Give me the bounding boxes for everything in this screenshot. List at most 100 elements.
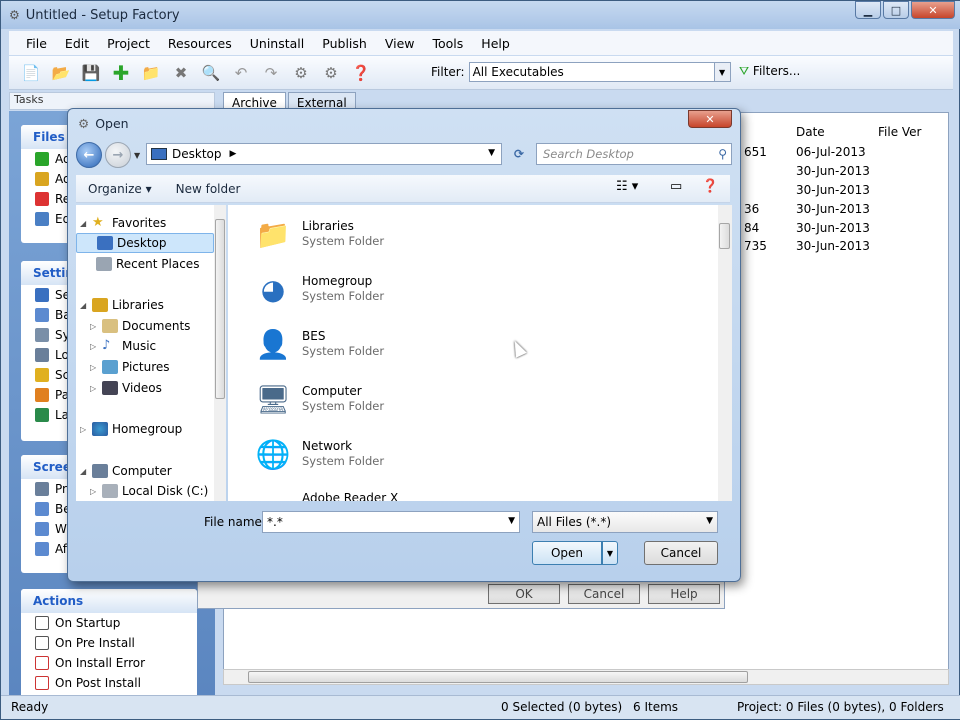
cell-date: 30-Jun-2013 — [796, 183, 870, 197]
new-icon[interactable]: 📄 — [19, 61, 43, 85]
filters-button[interactable]: ⛛ Filters... — [739, 64, 800, 79]
file-item-homegroup[interactable]: ◕ Homegroup System Folder — [250, 266, 384, 312]
file-scrollbar[interactable] — [718, 205, 732, 501]
computer-icon: 🖥 — [255, 382, 291, 416]
build-icon[interactable]: ⚙ — [319, 61, 343, 85]
help-icon[interactable]: ❓ — [349, 61, 373, 85]
filter-select[interactable]: All Executables ▼ — [468, 62, 731, 82]
nav-music[interactable]: ▷ ♪ Music — [90, 336, 156, 356]
settings-icon[interactable]: ⚙ — [289, 61, 313, 85]
nav-desktop[interactable]: Desktop — [76, 233, 214, 253]
command-bar: Organize ▾ New folder ☷ ▾ ▭ ❓ — [76, 175, 730, 203]
file-item-computer[interactable]: 🖥 Computer System Folder — [250, 376, 384, 422]
search-input[interactable]: Search Desktop ⚲ — [536, 143, 732, 165]
menu-file[interactable]: File — [17, 36, 56, 51]
item-type: System Folder — [302, 454, 385, 468]
task-panel-title[interactable]: Actions — [21, 589, 197, 613]
close-button[interactable]: ✕ — [911, 1, 955, 19]
file-item-libraries[interactable]: 📁 Libraries System Folder — [250, 211, 385, 257]
menu-resources[interactable]: Resources — [159, 36, 241, 51]
menu-tools[interactable]: Tools — [424, 36, 473, 51]
menu-help[interactable]: Help — [472, 36, 519, 51]
open-dialog: ⚙ Open ✕ ← → ▼ Desktop ▶ ▼ ⟳ Search Desk… — [67, 108, 741, 582]
menu-edit[interactable]: Edit — [56, 36, 98, 51]
open-split-dropdown-icon[interactable]: ▼ — [602, 541, 618, 565]
redo-icon[interactable]: ↷ — [259, 61, 283, 85]
address-dropdown-icon[interactable]: ▼ — [488, 148, 495, 158]
nav-homegroup[interactable]: ▷ Homegroup — [80, 419, 182, 439]
action-on-pre-install[interactable]: On Pre Install — [21, 633, 197, 653]
menu-view[interactable]: View — [376, 36, 424, 51]
history-dropdown-icon[interactable]: ▼ — [134, 151, 140, 160]
column-header-file-ver[interactable]: File Ver — [878, 121, 922, 143]
action-on-startup[interactable]: On Startup — [21, 613, 197, 633]
search-icon[interactable]: ⚲ — [718, 147, 727, 161]
task-panel-actions: Actions On Startup On Pre Install On Ins… — [21, 589, 197, 696]
address-bar[interactable]: Desktop ▶ ▼ — [146, 143, 502, 165]
file-item-network[interactable]: 🌐 Network System Folder — [250, 431, 385, 477]
nav-documents[interactable]: ▷ Documents — [90, 316, 190, 336]
file-item-bes[interactable]: 👤 BES System Folder — [250, 321, 385, 367]
cell-size: 735 — [744, 239, 767, 253]
find-icon[interactable]: 🔍 — [199, 61, 223, 85]
desktop-icon — [151, 148, 167, 160]
library-icon — [92, 298, 108, 312]
file-type-select[interactable]: All Files (*.*) ▼ — [532, 511, 718, 533]
minimize-button[interactable]: ▁ — [855, 1, 881, 19]
nav-libraries[interactable]: ◢ Libraries — [80, 295, 164, 315]
chevron-down-icon[interactable]: ▼ — [508, 516, 515, 526]
file-item-adobe-reader[interactable]: Adobe Reader X — [250, 481, 398, 502]
scroll-thumb[interactable] — [719, 223, 730, 249]
nav-pictures[interactable]: ▷ Pictures — [90, 357, 170, 377]
column-header-date[interactable]: Date — [796, 121, 825, 143]
add-folder-icon[interactable]: 📁 — [139, 61, 163, 85]
view-options-icon[interactable]: ☷ ▾ — [616, 179, 638, 194]
chevron-down-icon[interactable]: ▼ — [706, 516, 713, 526]
scroll-thumb[interactable] — [248, 671, 748, 683]
file-pane: 📁 Libraries System Folder ◕ Homegroup Syst… — [228, 205, 718, 501]
undo-icon[interactable]: ↶ — [229, 61, 253, 85]
file-type-value: All Files (*.*) — [537, 515, 612, 529]
open-button[interactable]: Open — [532, 541, 602, 565]
status-bar: Ready 0 Selected (0 bytes) 6 Items Proje… — [1, 695, 960, 719]
maximize-button[interactable]: □ — [883, 1, 909, 19]
menu-publish[interactable]: Publish — [313, 36, 376, 51]
nav-videos[interactable]: ▷ Videos — [90, 378, 162, 398]
help-icon[interactable]: ❓ — [702, 179, 718, 194]
horizontal-scrollbar[interactable] — [223, 669, 949, 685]
breadcrumb-arrow-icon[interactable]: ▶ — [230, 149, 237, 159]
nav-computer[interactable]: ◢ Computer — [80, 461, 172, 481]
nav-scrollbar[interactable] — [214, 205, 226, 501]
file-name-input[interactable]: *.* ▼ — [262, 511, 520, 533]
file-name-value: *.* — [267, 515, 283, 529]
cell-size: 84 — [744, 221, 760, 235]
cancel-button[interactable]: Cancel — [568, 584, 640, 604]
nav-local-disk[interactable]: ▷ Local Disk (C:) — [90, 481, 208, 501]
back-arrow-icon[interactable]: ← — [76, 142, 102, 168]
new-folder-button[interactable]: New folder — [164, 182, 253, 196]
refresh-icon[interactable]: ⟳ — [508, 143, 530, 165]
add-icon[interactable]: ✚ — [109, 61, 133, 85]
filter-label: Filter: — [431, 65, 465, 79]
open-folder-icon[interactable]: 📂 — [49, 61, 73, 85]
save-icon[interactable]: 💾 — [79, 61, 103, 85]
menu-project[interactable]: Project — [98, 36, 159, 51]
preview-pane-icon[interactable]: ▭ — [670, 179, 682, 194]
nav-recent-places[interactable]: Recent Places — [96, 254, 199, 274]
background-dialog-buttons: OK Cancel Help — [197, 579, 725, 609]
chevron-down-icon[interactable]: ▼ — [713, 63, 730, 81]
ok-button[interactable]: OK — [488, 584, 560, 604]
nav-favorites[interactable]: ◢ ★ Favorites — [80, 213, 166, 233]
filters-button-label: Filters... — [752, 64, 801, 78]
help-button[interactable]: Help — [648, 584, 720, 604]
action-on-install-error[interactable]: On Install Error — [21, 653, 197, 673]
delete-icon[interactable]: ✖ — [169, 61, 193, 85]
organize-button[interactable]: Organize ▾ — [76, 182, 164, 196]
menu-uninstall[interactable]: Uninstall — [241, 36, 314, 51]
forward-arrow-icon[interactable]: → — [105, 142, 131, 168]
music-icon: ♪ — [102, 338, 111, 353]
action-on-post-install[interactable]: On Post Install — [21, 673, 197, 693]
dialog-close-button[interactable]: ✕ — [688, 110, 732, 128]
scroll-thumb[interactable] — [215, 219, 225, 399]
dialog-cancel-button[interactable]: Cancel — [644, 541, 718, 565]
